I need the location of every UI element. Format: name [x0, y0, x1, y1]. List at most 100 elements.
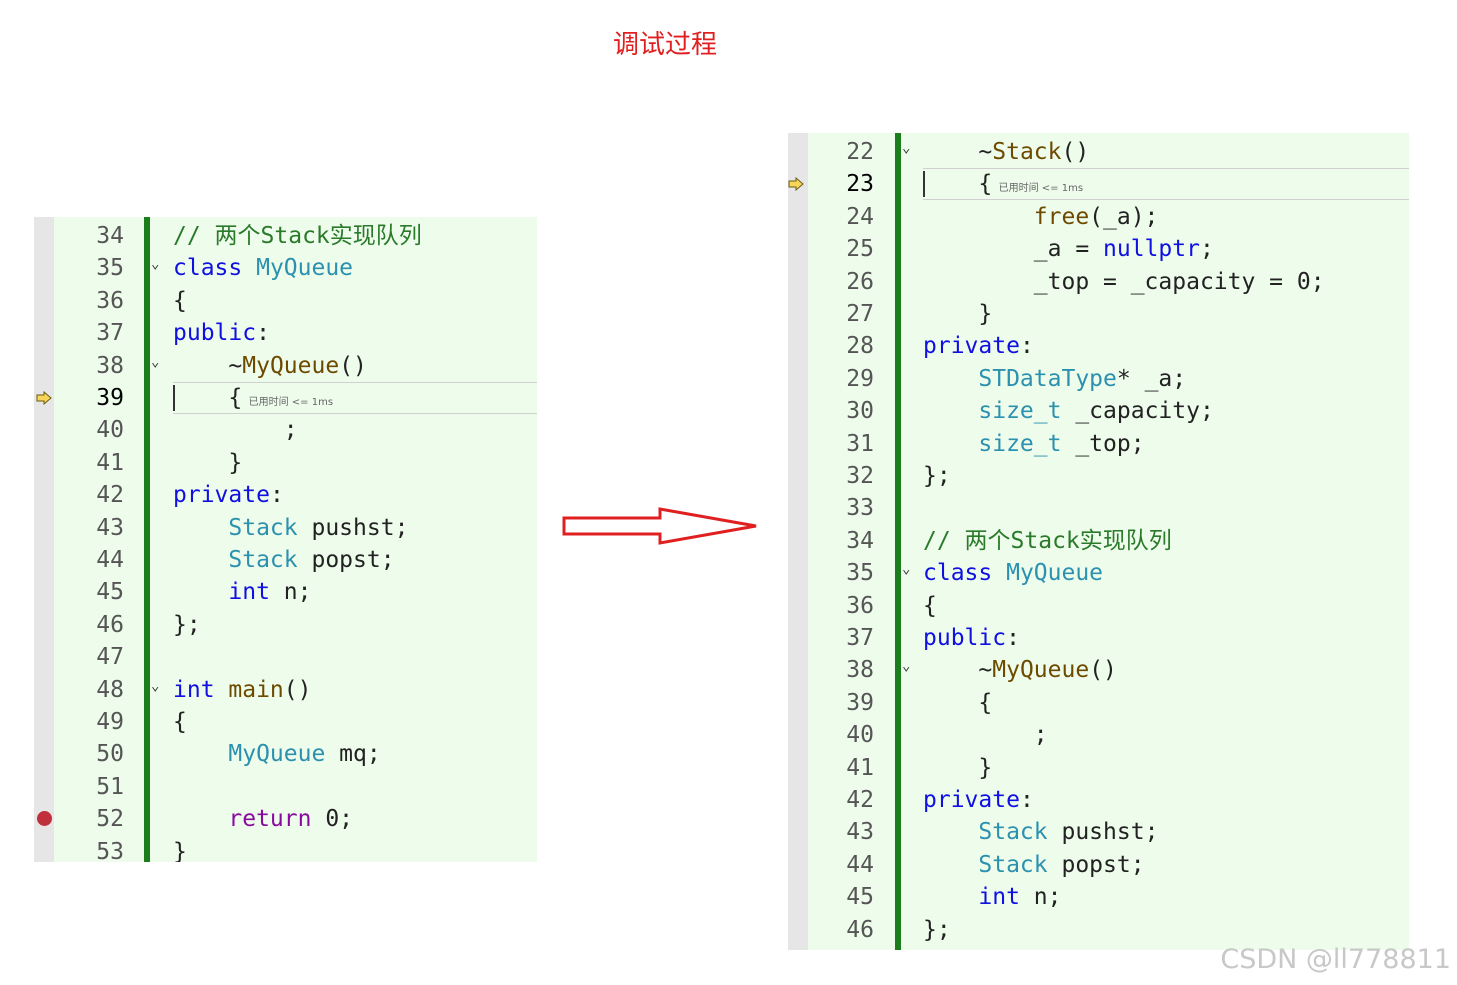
code-text[interactable]: MyQueue mq; [173, 738, 380, 770]
code-line[interactable]: 36 { [788, 590, 1409, 622]
code-text[interactable]: { [173, 706, 187, 738]
line-number: 51 [96, 773, 124, 800]
code-line[interactable]: 32}; [788, 460, 1409, 492]
code-line[interactable]: 50 MyQueue mq; [34, 738, 537, 770]
code-line[interactable]: 46}; [34, 609, 537, 641]
code-line[interactable]: 44 Stack popst; [788, 849, 1409, 881]
perf-tip[interactable]: 已用时间 <= 1ms [242, 397, 333, 408]
code-line[interactable]: 34 // 两个Stack实现队列 [34, 220, 537, 252]
code-text[interactable]: size_t _top; [923, 428, 1144, 460]
code-text[interactable]: Stack popst; [173, 544, 394, 576]
code-text[interactable]: class MyQueue [923, 557, 1103, 589]
code-text[interactable]: }; [923, 460, 951, 492]
chevron-down-icon[interactable]: ⌄ [151, 248, 159, 280]
code-line[interactable]: 41 } [34, 447, 537, 479]
code-text[interactable]: } [923, 298, 992, 330]
chevron-down-icon[interactable]: ⌄ [902, 650, 910, 682]
breakpoint-icon[interactable] [37, 811, 52, 827]
code-line[interactable]: 39 { 已用时间 <= 1ms [34, 382, 537, 414]
code-text[interactable]: { [923, 687, 992, 719]
code-text[interactable]: } [173, 836, 187, 862]
code-line[interactable]: 35 ⌄ class MyQueue [788, 557, 1409, 589]
code-text[interactable]: public: [923, 622, 1020, 654]
code-text[interactable]: public: [173, 317, 270, 349]
chevron-down-icon[interactable]: ⌄ [902, 553, 910, 585]
code-text[interactable]: { [173, 285, 187, 317]
chevron-down-icon[interactable]: ⌄ [151, 346, 159, 378]
code-line[interactable]: 48 ⌄ int main() [34, 674, 537, 706]
code-line[interactable]: 37 public: [34, 317, 537, 349]
code-text[interactable]: ; [923, 719, 1048, 751]
code-line[interactable]: 52 return 0; [34, 803, 537, 835]
code-line[interactable]: 31 size_t _top; [788, 428, 1409, 460]
chevron-down-icon[interactable]: ⌄ [902, 133, 910, 164]
code-line[interactable]: 43 Stack pushst; [788, 816, 1409, 848]
code-line[interactable]: 51 [34, 771, 537, 803]
code-text[interactable]: // 两个Stack实现队列 [173, 220, 422, 252]
code-text[interactable]: free(_a); [923, 201, 1159, 233]
code-text[interactable]: private: [923, 330, 1034, 362]
code-text[interactable]: } [173, 447, 242, 479]
code-text[interactable]: // 两个Stack实现队列 [923, 525, 1172, 557]
code-line[interactable]: 53} [34, 836, 537, 862]
code-line[interactable]: 42 private: [34, 479, 537, 511]
code-text[interactable]: }; [173, 609, 201, 641]
code-line[interactable]: 38 ⌄ ~MyQueue() [788, 654, 1409, 686]
type-token: Stack [978, 819, 1048, 846]
code-text[interactable]: _top = _capacity = 0; [923, 266, 1325, 298]
code-text[interactable]: ; [173, 414, 298, 446]
code-text[interactable]: private: [923, 784, 1034, 816]
code-text[interactable]: int n; [173, 576, 311, 608]
code-text[interactable]: return 0; [173, 803, 353, 835]
code-text[interactable]: Stack pushst; [173, 512, 408, 544]
code-line[interactable]: 41 } [788, 752, 1409, 784]
code-line[interactable]: 49 { [34, 706, 537, 738]
code-line[interactable]: 35 ⌄ class MyQueue [34, 252, 537, 284]
code-text[interactable]: STDataType* _a; [923, 363, 1186, 395]
code-text[interactable]: { [923, 590, 937, 622]
code-line[interactable]: 29 STDataType* _a; [788, 363, 1409, 395]
code-line[interactable]: 39 { [788, 687, 1409, 719]
code-line[interactable]: 30 size_t _capacity; [788, 395, 1409, 427]
code-line[interactable]: 45 int n; [34, 576, 537, 608]
code-line[interactable]: 40 ; [34, 414, 537, 446]
code-text[interactable]: ~MyQueue() [173, 350, 367, 382]
code-text[interactable]: Stack pushst; [923, 816, 1158, 848]
code-line[interactable]: 26 _top = _capacity = 0; [788, 266, 1409, 298]
code-line[interactable]: 38 ⌄ ~MyQueue() [34, 350, 537, 382]
code-text[interactable]: private: [173, 479, 284, 511]
code-text[interactable]: _a = nullptr; [923, 233, 1214, 265]
code-line[interactable]: 24 free(_a); [788, 201, 1409, 233]
code-editor-right[interactable]: 22 ⌄ ~Stack() 23 { 已用时间 <= 1ms 24 free(_a);… [788, 133, 1409, 950]
code-line[interactable]: 45 int n; [788, 881, 1409, 913]
code-line[interactable]: 46}; [788, 914, 1409, 946]
code-line[interactable]: 42 private: [788, 784, 1409, 816]
code-line[interactable]: 36 { [34, 285, 537, 317]
line-number: 34 [96, 223, 124, 249]
code-line[interactable]: 47 [34, 641, 537, 673]
code-line[interactable]: 44 Stack popst; [34, 544, 537, 576]
code-text[interactable]: }; [923, 914, 951, 946]
code-editor-left[interactable]: 34 // 两个Stack实现队列 35 ⌄ class MyQueue 36{37 pub… [34, 217, 537, 862]
code-line[interactable]: 33 [788, 492, 1409, 524]
code-line[interactable]: 25 _a = nullptr; [788, 233, 1409, 265]
code-line[interactable]: 22 ⌄ ~Stack() [788, 136, 1409, 168]
code-text[interactable]: ~MyQueue() [923, 654, 1117, 686]
code-line[interactable]: 37 public: [788, 622, 1409, 654]
code-text[interactable]: class MyQueue [173, 252, 353, 284]
code-line[interactable]: 40 ; [788, 719, 1409, 751]
code-token: } [173, 838, 187, 862]
code-text[interactable]: Stack popst; [923, 849, 1144, 881]
perf-tip[interactable]: 已用时间 <= 1ms [992, 183, 1083, 194]
code-line[interactable]: 27 } [788, 298, 1409, 330]
code-text[interactable]: size_t _capacity; [923, 395, 1213, 427]
chevron-down-icon[interactable]: ⌄ [151, 670, 159, 702]
code-line[interactable]: 43 Stack pushst; [34, 512, 537, 544]
code-line[interactable]: 23 { 已用时间 <= 1ms [788, 168, 1409, 201]
code-text[interactable]: ~Stack() [923, 136, 1089, 168]
code-text[interactable]: int main() [173, 674, 311, 706]
code-text[interactable]: } [923, 752, 992, 784]
code-text[interactable]: int n; [923, 881, 1061, 913]
code-line[interactable]: 34 // 两个Stack实现队列 [788, 525, 1409, 557]
code-line[interactable]: 28 private: [788, 330, 1409, 362]
